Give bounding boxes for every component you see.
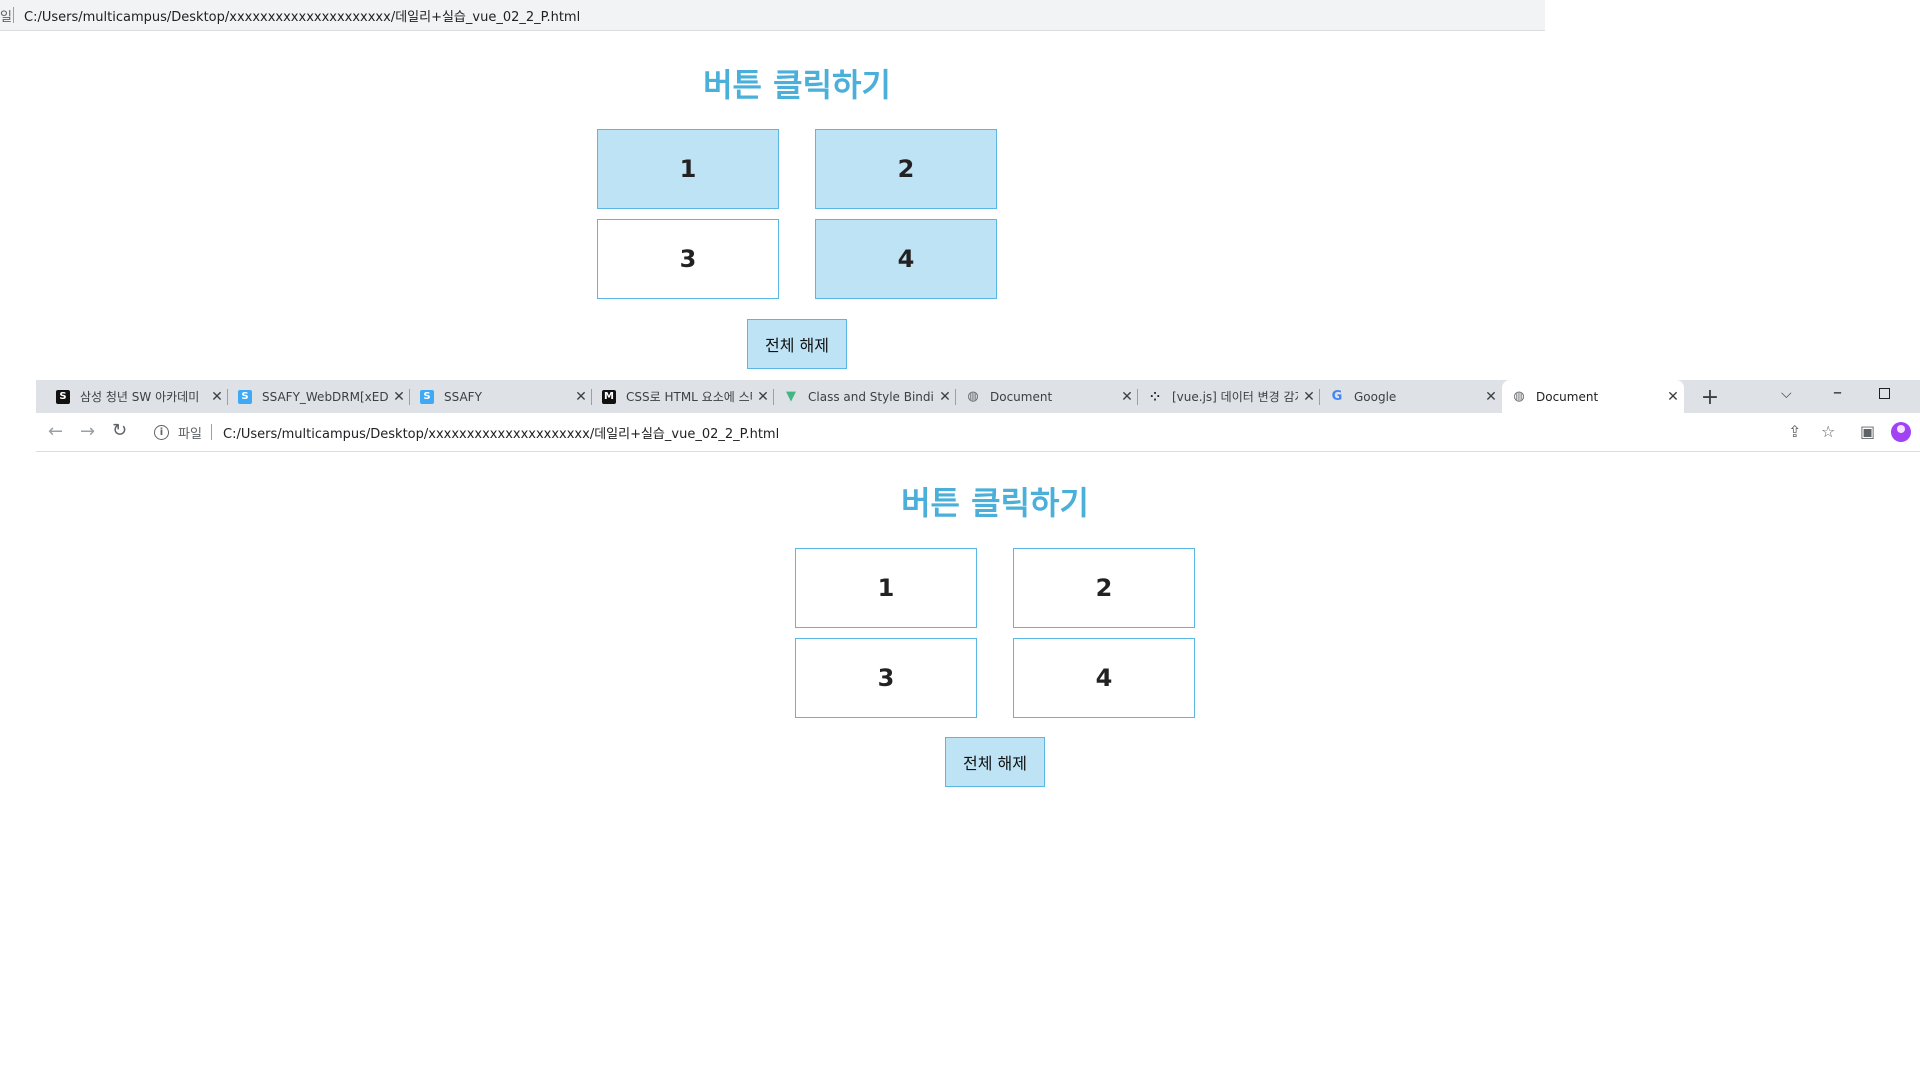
restore-icon[interactable] (1879, 388, 1890, 399)
close-icon[interactable]: ✕ (570, 389, 592, 405)
minimize-icon[interactable]: – (1833, 382, 1842, 403)
top-button-3[interactable]: 3 (597, 219, 779, 299)
globe-icon: ◍ (967, 388, 979, 404)
tab-ssafy[interactable]: S SSAFY ✕ (410, 380, 592, 413)
new-tab-button[interactable]: + (1698, 385, 1722, 410)
share-icon[interactable]: ⇪ (1788, 422, 1801, 441)
s-logo-icon: S (56, 389, 70, 404)
tab-title: Google (1354, 389, 1397, 404)
tab-vue-data-change[interactable]: ⁘ [vue.js] 데이터 변경 감지 ✕ (1138, 380, 1320, 413)
close-icon[interactable]: ✕ (934, 389, 956, 405)
tab-title: Document (1536, 389, 1599, 404)
tab-title: SSAFY (444, 389, 482, 404)
file-scheme-label: 파일 (178, 427, 202, 442)
google-icon: G (1331, 388, 1343, 404)
tab-google[interactable]: G Google ✕ (1320, 380, 1502, 413)
profile-avatar[interactable] (1891, 422, 1911, 442)
top-capture: 일 C:/Users/multicampus/Desktop/xxxxxxxxx… (0, 0, 1545, 380)
close-icon[interactable]: ✕ (1662, 389, 1684, 405)
forward-arrow-icon[interactable]: → (80, 421, 95, 442)
reload-icon[interactable]: ↻ (112, 420, 127, 441)
tab-title: SSAFY_WebDRM[xED] (262, 389, 388, 404)
page-title: 버튼 클릭하기 (901, 484, 1089, 522)
back-arrow-icon[interactable]: ← (48, 421, 63, 442)
grid-button-3[interactable]: 3 (795, 638, 977, 718)
dots-icon: ⁘ (1149, 389, 1161, 404)
tab-title: Class and Style Bindings (808, 389, 934, 404)
top-button-4[interactable]: 4 (815, 219, 997, 299)
top-reset-all-button[interactable]: 전체 해제 (747, 319, 847, 369)
tab-title: CSS로 HTML 요소에 스타일 (626, 390, 752, 404)
tab-strip: S 삼성 청년 SW 아카데미 ✕ S SSAFY_WebDRM[xED] ✕ … (36, 380, 1920, 413)
tab-title: 삼성 청년 SW 아카데미 (80, 390, 200, 404)
tab-title: [vue.js] 데이터 변경 감지 (1172, 390, 1298, 404)
side-panel-icon[interactable]: ▣ (1860, 422, 1875, 441)
ssafy-icon: S (420, 389, 434, 404)
screen: 일 C:/Users/multicampus/Desktop/xxxxxxxxx… (0, 0, 1920, 1080)
close-icon[interactable]: ✕ (206, 389, 228, 405)
tab-samsung-academy[interactable]: S 삼성 청년 SW 아카데미 ✕ (46, 380, 228, 413)
close-icon[interactable]: ✕ (1298, 389, 1320, 405)
ssafy-icon: S (238, 389, 252, 404)
vue-icon: ▼ (786, 388, 796, 404)
top-page-title: 버튼 클릭하기 (703, 66, 891, 104)
grid-button-2[interactable]: 2 (1013, 548, 1195, 628)
close-icon[interactable]: ✕ (388, 389, 410, 405)
tab-title: Document (990, 389, 1053, 404)
info-icon[interactable]: i (154, 425, 169, 440)
close-icon[interactable]: ✕ (752, 389, 774, 405)
top-url-divider (13, 7, 14, 23)
browser-window: S 삼성 청년 SW 아카데미 ✕ S SSAFY_WebDRM[xED] ✕ … (36, 380, 1920, 1080)
reset-all-button[interactable]: 전체 해제 (945, 737, 1045, 787)
globe-icon: ◍ (1513, 388, 1525, 404)
top-button-2[interactable]: 2 (815, 129, 997, 209)
close-icon[interactable]: ✕ (1116, 389, 1138, 405)
browser-toolbar: ← → ↻ i 파일 C:/Users/multicampus/Desktop/… (36, 413, 1920, 452)
grid-button-4[interactable]: 4 (1013, 638, 1195, 718)
tab-search-chevron-icon[interactable]: ⌵ (1781, 386, 1792, 402)
address-bar-url[interactable]: C:/Users/multicampus/Desktop/xxxxxxxxxxx… (223, 423, 779, 442)
tab-ssafy-webdrm[interactable]: S SSAFY_WebDRM[xED] ✕ (228, 380, 410, 413)
url-divider (211, 424, 212, 440)
top-address-bar[interactable]: 일 C:/Users/multicampus/Desktop/xxxxxxxxx… (0, 0, 1545, 31)
star-bookmark-icon[interactable]: ☆ (1821, 422, 1835, 441)
top-file-label: 일 (0, 10, 12, 25)
tab-vue-class-style[interactable]: ▼ Class and Style Bindings ✕ (774, 380, 956, 413)
top-url-text[interactable]: C:/Users/multicampus/Desktop/xxxxxxxxxxx… (24, 6, 580, 25)
tab-document-active[interactable]: ◍ Document ✕ (1502, 380, 1684, 413)
tab-mdn-css[interactable]: M CSS로 HTML 요소에 스타일 ✕ (592, 380, 774, 413)
close-icon[interactable]: ✕ (1480, 389, 1502, 405)
tab-document-1[interactable]: ◍ Document ✕ (956, 380, 1138, 413)
grid-button-1[interactable]: 1 (795, 548, 977, 628)
top-button-1[interactable]: 1 (597, 129, 779, 209)
mdn-icon: M (602, 389, 616, 404)
